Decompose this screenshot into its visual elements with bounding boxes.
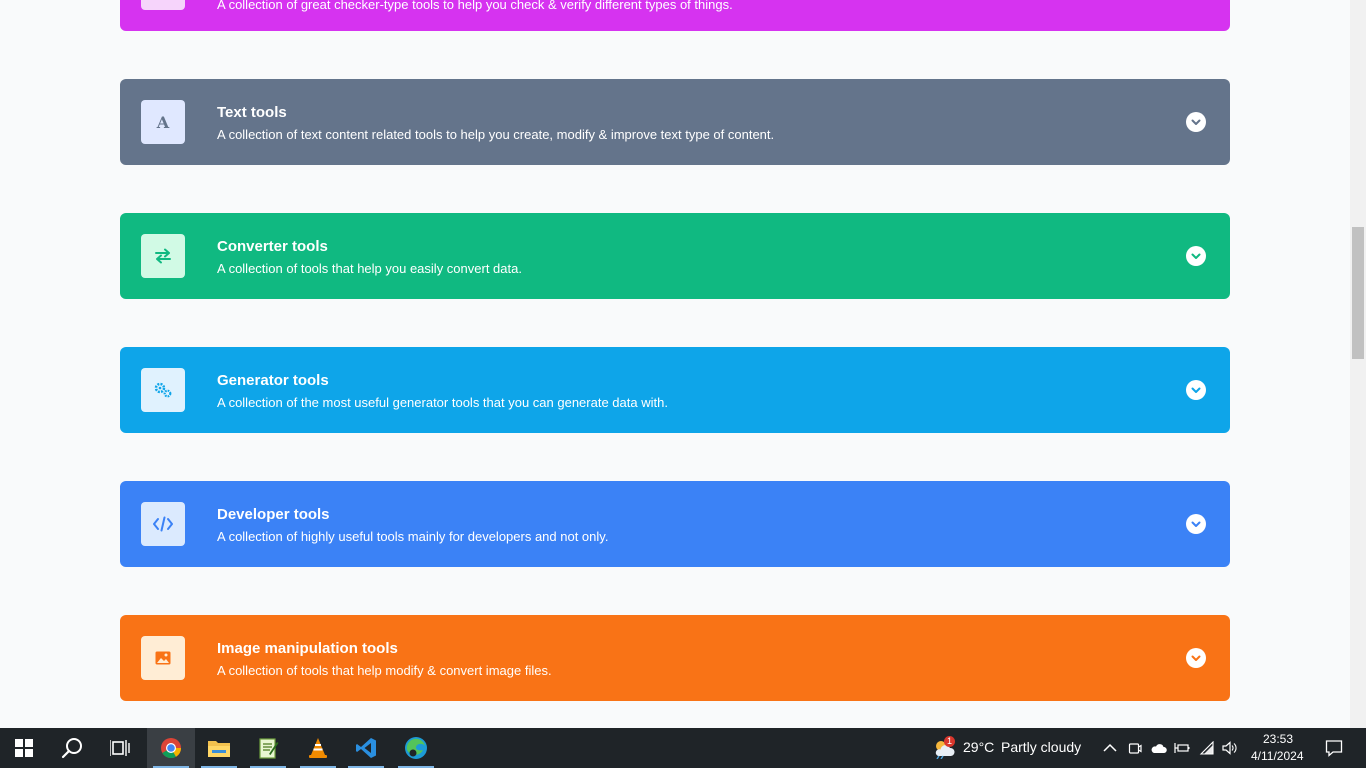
category-description: A collection of the most useful generato… xyxy=(217,395,668,410)
file-explorer-icon[interactable] xyxy=(195,728,243,768)
chevron-down-icon[interactable] xyxy=(1186,380,1206,400)
meet-now-icon[interactable] xyxy=(1127,740,1143,756)
search-icon[interactable] xyxy=(48,728,96,768)
scrollbar-track[interactable] xyxy=(1350,0,1366,728)
category-description: A collection of text content related too… xyxy=(217,127,775,142)
wifi-icon[interactable] xyxy=(1199,740,1215,756)
taskbar: 1 29°C Partly cloudy 23:53 4/11/2024 xyxy=(0,728,1366,768)
start-icon[interactable] xyxy=(0,728,48,768)
chevron-down-icon[interactable] xyxy=(1186,648,1206,668)
edge-icon[interactable] xyxy=(392,728,440,768)
chevron-down-icon[interactable] xyxy=(1186,112,1206,132)
chevron-down-icon[interactable] xyxy=(1186,246,1206,266)
weather-badge: 1 xyxy=(944,736,956,747)
battery-icon[interactable] xyxy=(1174,740,1190,756)
notifications-icon[interactable] xyxy=(1324,738,1344,758)
weather-condition[interactable]: Partly cloudy xyxy=(1001,739,1081,755)
category-card-developer[interactable]: Developer tools A collection of highly u… xyxy=(120,481,1230,567)
category-card-text[interactable]: A Text tools A collection of text conten… xyxy=(120,79,1230,165)
chevron-down-icon[interactable] xyxy=(1186,514,1206,534)
weather-temperature[interactable]: 29°C xyxy=(963,739,994,755)
category-title: Converter tools xyxy=(217,238,328,255)
image-icon xyxy=(141,636,185,680)
category-title: Developer tools xyxy=(217,506,330,523)
checker-icon xyxy=(141,0,185,10)
category-description: A collection of tools that help modify &… xyxy=(217,663,552,678)
category-title: Generator tools xyxy=(217,372,329,389)
clock-time[interactable]: 23:53 xyxy=(1263,732,1293,746)
category-card-converter[interactable]: Converter tools A collection of tools th… xyxy=(120,213,1230,299)
chevron-up-icon[interactable] xyxy=(1102,740,1118,756)
clock-date[interactable]: 4/11/2024 xyxy=(1251,749,1304,763)
scrollbar-thumb[interactable] xyxy=(1352,227,1364,359)
task-view-icon[interactable] xyxy=(96,728,144,768)
page-content: A collection of great checker-type tools… xyxy=(0,0,1350,728)
vscode-icon[interactable] xyxy=(342,728,390,768)
onedrive-icon[interactable] xyxy=(1151,740,1167,756)
notepad-icon[interactable] xyxy=(244,728,292,768)
gears-icon xyxy=(141,368,185,412)
volume-icon[interactable] xyxy=(1222,740,1238,756)
category-title: Text tools xyxy=(217,104,287,121)
category-description: A collection of highly useful tools main… xyxy=(217,529,609,544)
code-icon xyxy=(141,502,185,546)
chrome-icon[interactable] xyxy=(147,728,195,768)
category-card-image[interactable]: Image manipulation tools A collection of… xyxy=(120,615,1230,701)
vlc-icon[interactable] xyxy=(294,728,342,768)
category-title: Image manipulation tools xyxy=(217,640,398,657)
category-card-generator[interactable]: Generator tools A collection of the most… xyxy=(120,347,1230,433)
arrows-exchange-icon xyxy=(141,234,185,278)
category-description: A collection of tools that help you easi… xyxy=(217,261,522,276)
text-letter-icon: A xyxy=(141,100,185,144)
category-description: A collection of great checker-type tools… xyxy=(217,0,733,12)
category-card-checker[interactable]: A collection of great checker-type tools… xyxy=(120,0,1230,31)
